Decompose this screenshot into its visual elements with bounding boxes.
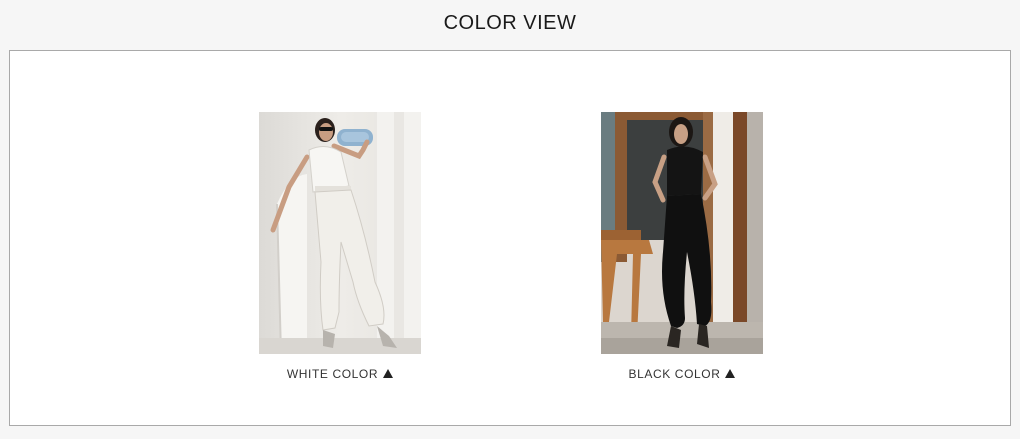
black-outfit-photo[interactable] — [601, 112, 763, 354]
triangle-up-icon — [383, 369, 394, 378]
color-view-panel: WHITE COLOR BLACK COLOR — [9, 50, 1011, 426]
color-view-page: COLOR VIEW WHITE COLOR BLACK COLOR — [0, 0, 1020, 439]
white-color-caption[interactable]: WHITE COLOR — [259, 367, 421, 381]
color-card-white[interactable]: WHITE COLOR — [259, 112, 421, 381]
page-title: COLOR VIEW — [443, 12, 577, 34]
black-color-label: BLACK COLOR — [628, 367, 721, 381]
color-card-black[interactable]: BLACK COLOR — [601, 112, 763, 381]
black-color-caption[interactable]: BLACK COLOR — [601, 367, 763, 381]
white-color-label: WHITE COLOR — [286, 367, 379, 381]
triangle-up-icon — [725, 369, 736, 378]
white-outfit-photo[interactable] — [259, 112, 421, 354]
